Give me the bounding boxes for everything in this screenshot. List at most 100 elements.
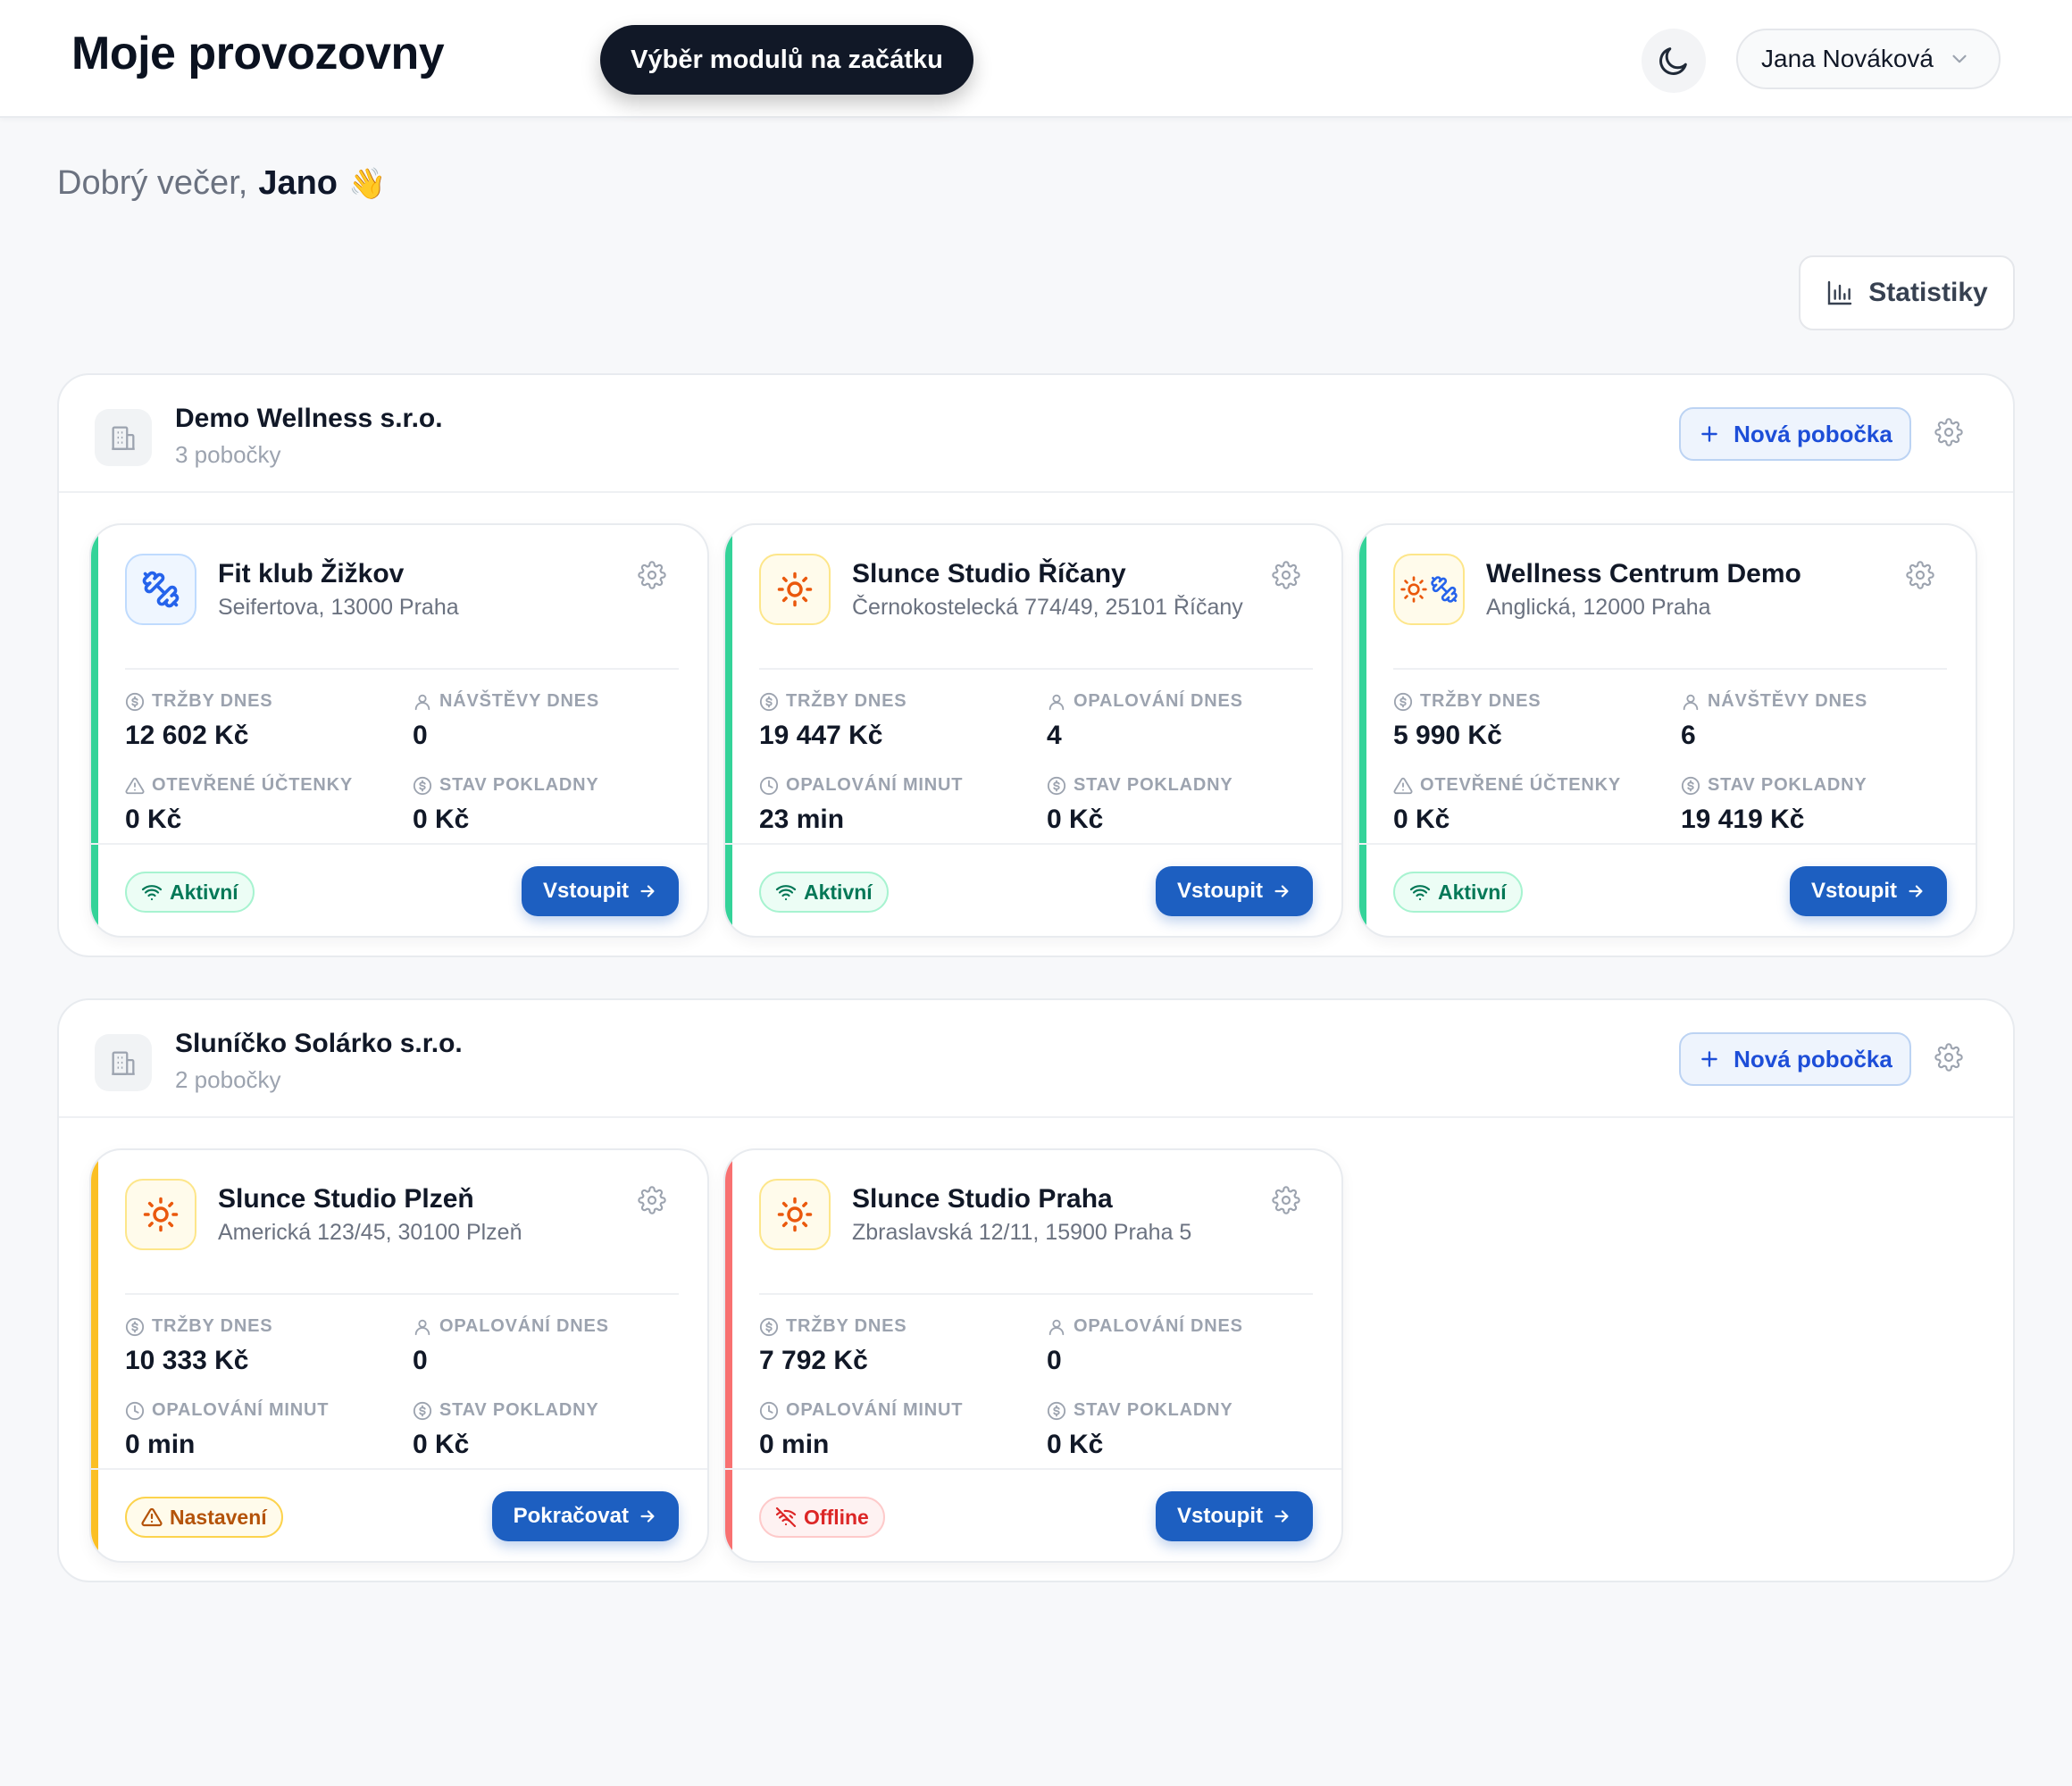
company-icon-box: [95, 409, 152, 466]
dollar-icon: [1681, 776, 1700, 796]
enter-branch-label: Pokračovat: [513, 1504, 629, 1528]
greeting-prefix: Dobrý večer,: [57, 164, 248, 202]
metric-label-row: Návštěvy dnes: [413, 691, 681, 712]
sun-icon: [776, 1196, 814, 1233]
metric-label-row: Otevřené účtenky: [125, 775, 393, 796]
status-label: Offline: [804, 1505, 869, 1529]
dollar-icon: [1393, 692, 1413, 712]
company-branch-count: 3 pobočky: [175, 441, 281, 468]
metric-label: Návštěvy dnes: [439, 691, 599, 711]
branch-card-footer: Aktivní Vstoupit: [91, 843, 707, 936]
wifi-icon: [1409, 881, 1431, 903]
plus-icon: [1698, 422, 1721, 446]
theme-toggle-button[interactable]: [1642, 29, 1706, 93]
metric-label: Tržby dnes: [152, 691, 273, 711]
metric-label-row: Tržby dnes: [125, 691, 393, 712]
branch-address: Zbraslavská 12/11, 15900 Praha 5: [852, 1220, 1192, 1245]
company-settings-button[interactable]: [1934, 1043, 1965, 1073]
metric-label-row: Opalování dnes: [1047, 1316, 1315, 1337]
metric: Otevřené účtenky 0 Kč: [1393, 775, 1661, 835]
user-icon: [1681, 692, 1700, 712]
statistics-button[interactable]: Statistiky: [1799, 255, 2015, 330]
enter-branch-button[interactable]: Pokračovat: [491, 1491, 679, 1541]
branch-card-footer: Nastavení Pokračovat: [91, 1468, 707, 1561]
wifi-off-icon: [775, 1506, 797, 1528]
clock-icon: [759, 1401, 779, 1421]
enter-branch-button[interactable]: Vstoupit: [522, 866, 679, 916]
statistics-label: Statistiky: [1868, 278, 1988, 307]
branch-icon-box: [125, 1179, 196, 1250]
divider: [759, 1293, 1313, 1295]
arrow-right-icon: [1272, 1506, 1291, 1526]
status-label: Nastavení: [170, 1505, 267, 1529]
gear-icon: [1906, 561, 1934, 589]
user-menu-button[interactable]: Jana Nováková: [1736, 29, 2001, 89]
metric-label-row: Tržby dnes: [1393, 691, 1661, 712]
branch-card: Fit klub Žižkov Seifertova, 13000 Praha Tr…: [89, 523, 709, 938]
branch-card: Slunce Studio Říčany Černokostelecká 774/…: [723, 523, 1343, 938]
metric: Návštěvy dnes 6: [1681, 691, 1949, 751]
new-branch-button[interactable]: Nová pobočka: [1679, 407, 1911, 461]
metric: Otevřené účtenky 0 Kč: [125, 775, 393, 835]
metric-value: 10 333 Kč: [125, 1346, 249, 1375]
new-branch-button[interactable]: Nová pobočka: [1679, 1032, 1911, 1086]
metric: Opalování dnes 0: [413, 1316, 681, 1376]
metric: Návštěvy dnes 0: [413, 691, 681, 751]
branch-card-footer: Aktivní Vstoupit: [725, 843, 1341, 936]
branch-settings-button[interactable]: [1906, 561, 1934, 589]
dollar-icon: [125, 692, 145, 712]
enter-branch-label: Vstoupit: [543, 879, 629, 903]
company-branch-count: 2 pobočky: [175, 1066, 281, 1093]
metric-label: Opalování dnes: [439, 1316, 609, 1336]
company-name: Demo Wellness s.r.o.: [175, 404, 443, 433]
metric-value: 0 Kč: [1047, 1430, 1104, 1459]
branch-settings-button[interactable]: [1272, 561, 1300, 589]
clock-icon: [759, 776, 779, 796]
metric: Tržby dnes 19 447 Kč: [759, 691, 1027, 751]
branch-settings-button[interactable]: [638, 561, 666, 589]
gear-icon: [638, 1186, 666, 1214]
metric-label-row: Stav pokladny: [1047, 775, 1315, 796]
user-icon: [1047, 692, 1066, 712]
enter-branch-button[interactable]: Vstoupit: [1156, 1491, 1313, 1541]
status-badge: Offline: [759, 1497, 885, 1538]
company-settings-button[interactable]: [1934, 418, 1965, 448]
enter-branch-button[interactable]: Vstoupit: [1790, 866, 1947, 916]
status-label: Aktivní: [1438, 880, 1507, 904]
dollar-icon: [1047, 776, 1066, 796]
metric-label: Tržby dnes: [1420, 691, 1541, 711]
divider: [1393, 668, 1947, 670]
metric: Tržby dnes 12 602 Kč: [125, 691, 393, 751]
metric-label: Opalování minut: [786, 775, 964, 795]
arrow-right-icon: [1906, 881, 1926, 901]
branch-name: Wellness Centrum Demo: [1486, 559, 1801, 588]
metric-value: 23 min: [759, 805, 845, 834]
company-name: Sluníčko Solárko s.r.o.: [175, 1029, 463, 1058]
branch-address: Černokostelecká 774/49, 25101 Říčany: [852, 595, 1243, 620]
metric-label: Opalování minut: [152, 1400, 330, 1420]
wave-emoji: 👋: [348, 166, 387, 201]
enter-branch-label: Vstoupit: [1177, 879, 1263, 903]
metric-label-row: Tržby dnes: [759, 691, 1027, 712]
branch-settings-button[interactable]: [1272, 1186, 1300, 1214]
modules-tooltip[interactable]: Výběr modulů na začátku: [600, 25, 973, 95]
gear-icon: [1272, 1186, 1300, 1214]
arrow-right-icon: [638, 881, 657, 901]
metric-label-row: Opalování minut: [759, 775, 1027, 796]
status-badge: Aktivní: [125, 872, 255, 913]
user-icon: [413, 1317, 432, 1337]
branch-card-footer: Offline Vstoupit: [725, 1468, 1341, 1561]
metric-value: 0 min: [759, 1430, 830, 1459]
chevron-down-icon: [1948, 47, 1971, 71]
branch-settings-button[interactable]: [638, 1186, 666, 1214]
building-icon: [108, 1047, 138, 1078]
enter-branch-button[interactable]: Vstoupit: [1156, 866, 1313, 916]
dollar-icon: [413, 1401, 432, 1421]
metric-label: Tržby dnes: [786, 691, 907, 711]
gear-icon: [638, 561, 666, 589]
dollar-icon: [759, 1317, 779, 1337]
metric-value: 19 447 Kč: [759, 721, 883, 750]
warning-icon: [1393, 776, 1413, 796]
company-panel: Sluníčko Solárko s.r.o. 2 pobočky Nová pob…: [57, 998, 2015, 1582]
metric-label: Opalování minut: [786, 1400, 964, 1420]
